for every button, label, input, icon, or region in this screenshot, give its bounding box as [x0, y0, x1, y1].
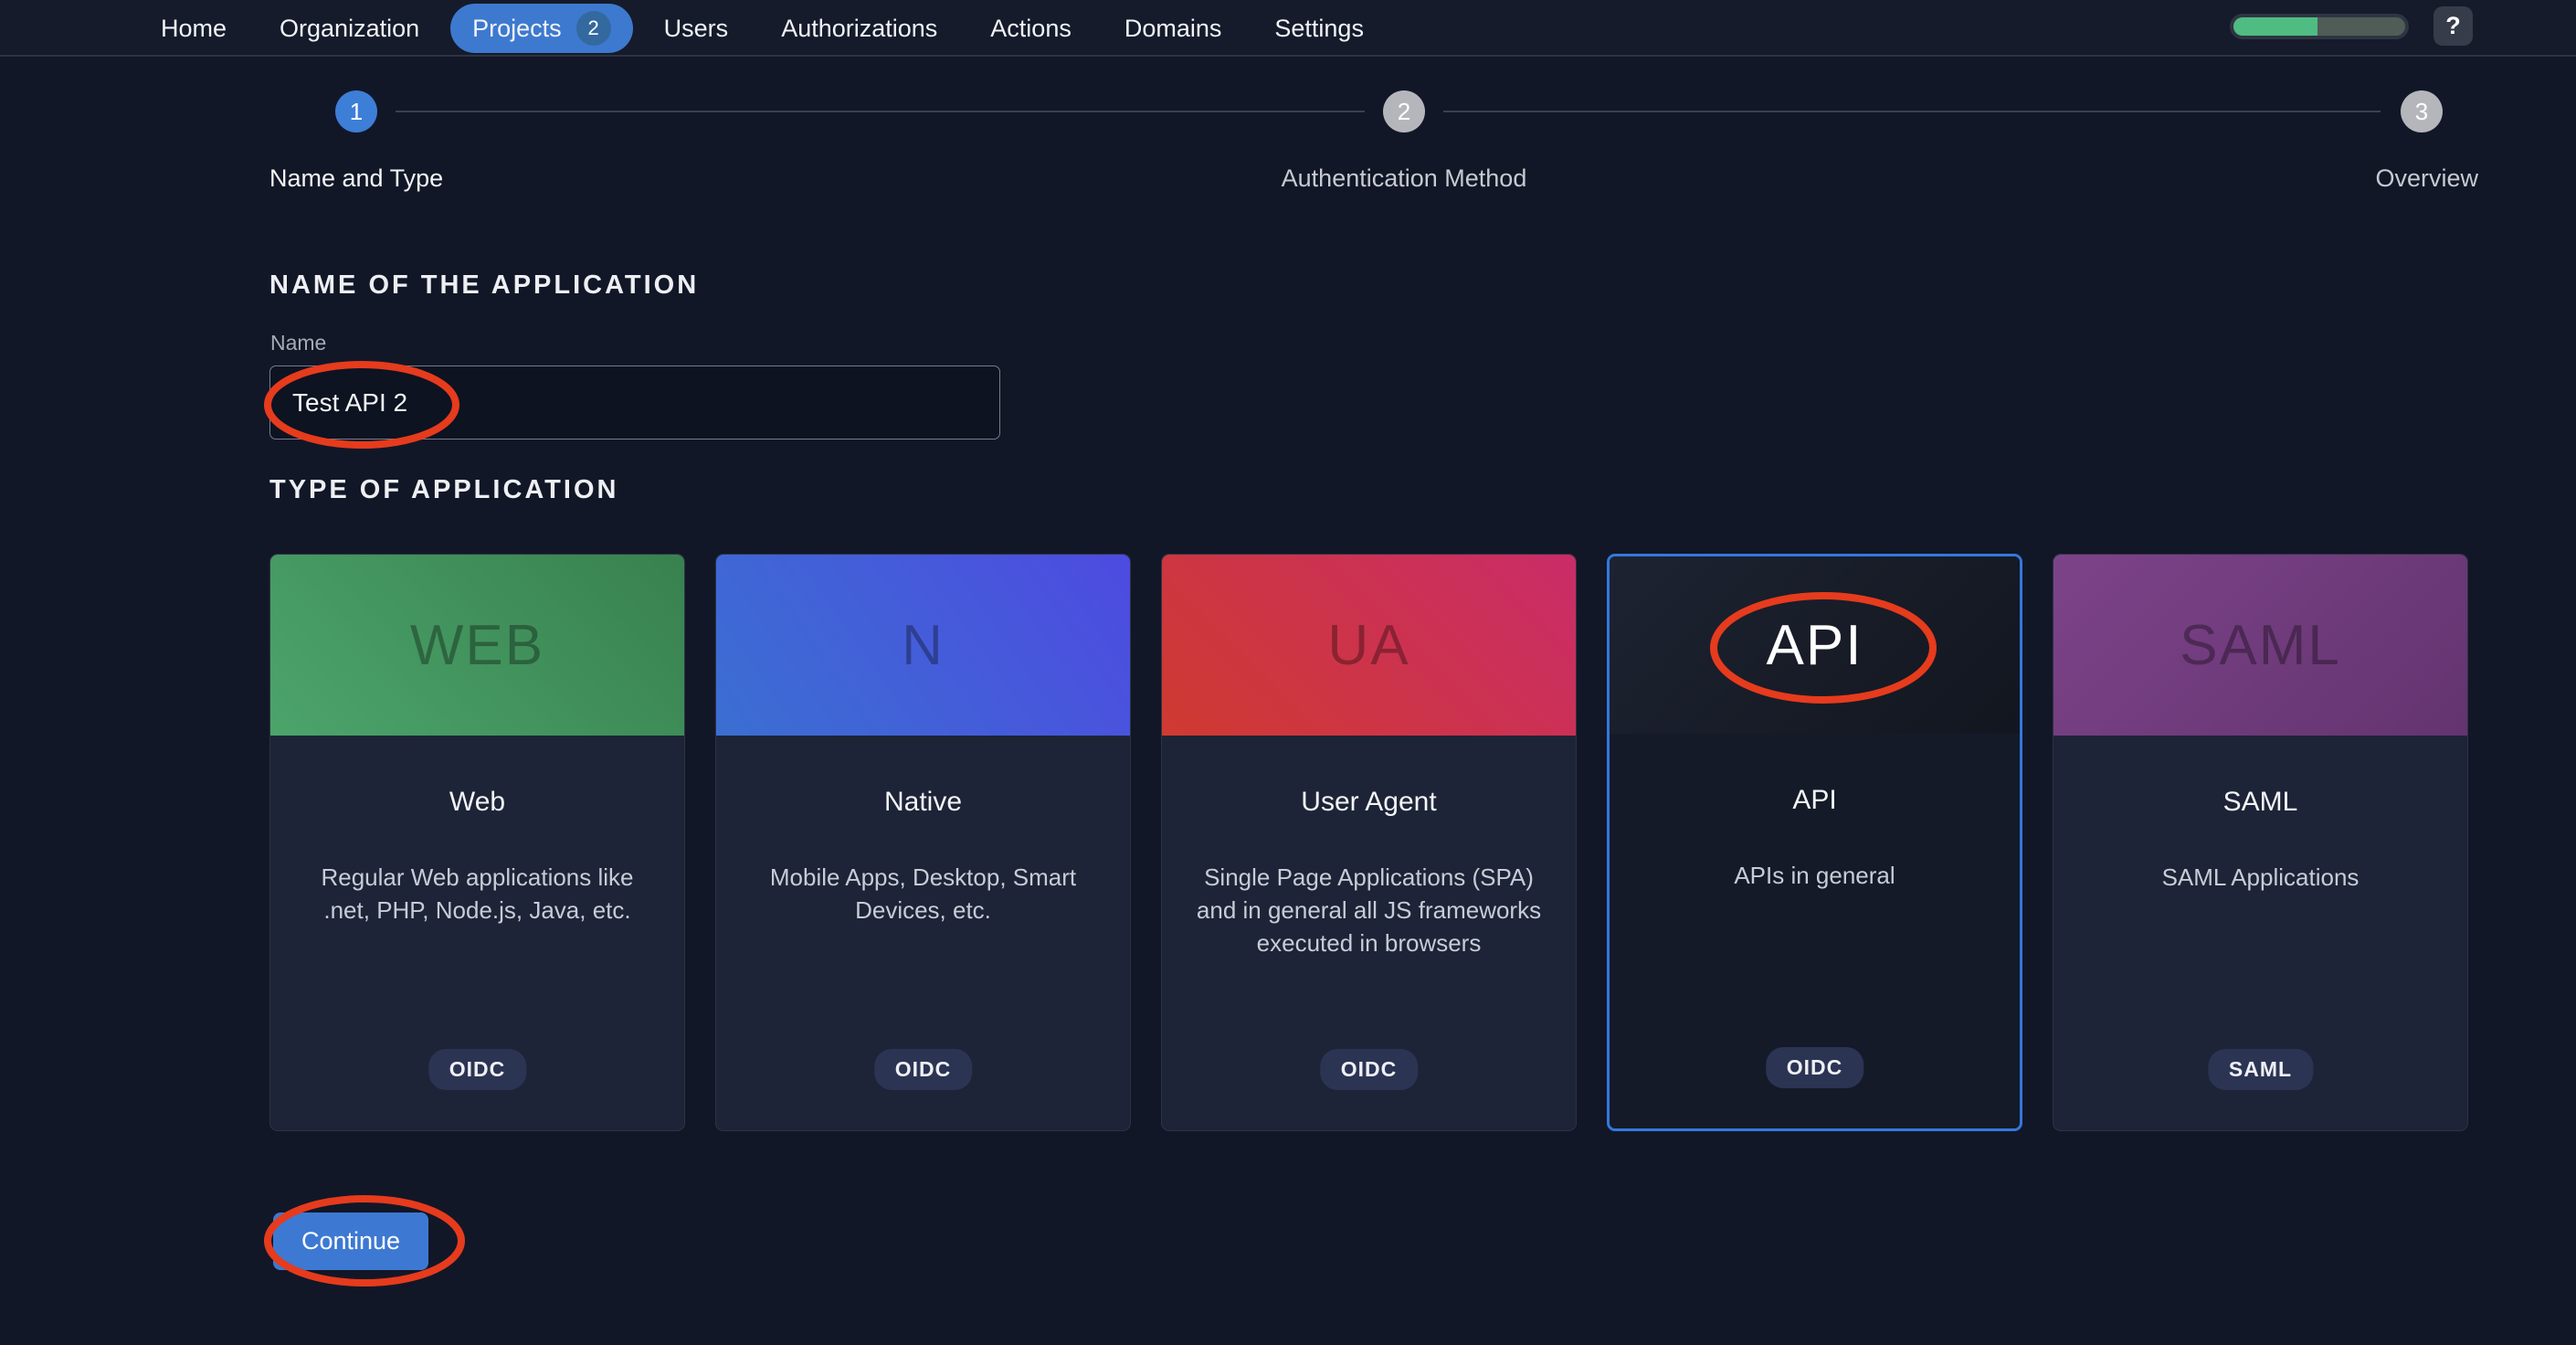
stepper-step-1-circle[interactable]: 1 — [335, 90, 377, 132]
app-type-card-body: SAML SAML Applications — [2053, 736, 2467, 895]
app-type-card-header-text: API — [1767, 613, 1863, 678]
app-type-card-body: Native Mobile Apps, Desktop, Smart Devic… — [716, 736, 1130, 927]
nav-item-label: Actions — [990, 15, 1072, 43]
protocol-badge: SAML — [2208, 1049, 2313, 1090]
app-type-card-header-text: N — [902, 613, 945, 678]
app-type-card-body: User Agent Single Page Applications (SPA… — [1162, 736, 1576, 960]
name-field-label: Name — [270, 331, 326, 355]
nav-item-home[interactable]: Home — [161, 15, 227, 43]
app-type-card-header-text: WEB — [410, 613, 544, 678]
nav-item-label: Home — [161, 15, 227, 43]
stepper-step-2-circle[interactable]: 2 — [1383, 90, 1425, 132]
stepper-line-2 — [1443, 111, 2381, 112]
app-type-card-header-text: UA — [1327, 613, 1409, 678]
nav-item-label: Organization — [280, 15, 419, 43]
name-input[interactable] — [269, 365, 1000, 440]
nav-item-organization[interactable]: Organization — [280, 15, 419, 43]
app-type-card-title: Web — [449, 787, 505, 818]
app-type-card-description: APIs in general — [1734, 860, 1895, 893]
app-type-card-web[interactable]: WEB Web Regular Web applications like .n… — [269, 554, 685, 1131]
quota-progress-fill — [2233, 17, 2317, 36]
stepper-line-1 — [396, 111, 1365, 112]
stepper-step-3-circle[interactable]: 3 — [2401, 90, 2443, 132]
app-screen: Home Organization Projects 2 Users Autho… — [0, 0, 2576, 1345]
protocol-badge: OIDC — [874, 1049, 973, 1090]
nav-item-label: Domains — [1124, 15, 1222, 43]
app-type-card-title: User Agent — [1301, 787, 1436, 818]
protocol-badge: OIDC — [1766, 1047, 1864, 1088]
type-section-title: TYPE OF APPLICATION — [269, 475, 618, 505]
app-type-card-description: Regular Web applications like .net, PHP,… — [301, 862, 653, 927]
nav-item-projects[interactable]: Projects 2 — [450, 4, 633, 53]
nav-item-badge: 2 — [576, 11, 611, 46]
stepper-step-2-label: Authentication Method — [1282, 164, 1527, 193]
nav-item-actions[interactable]: Actions — [990, 15, 1072, 43]
protocol-badge: OIDC — [428, 1049, 527, 1090]
nav-item-domains[interactable]: Domains — [1124, 15, 1222, 43]
nav-item-label: Users — [664, 15, 729, 43]
app-type-card-title: API — [1792, 785, 1836, 816]
app-type-card-native[interactable]: N Native Mobile Apps, Desktop, Smart Dev… — [715, 554, 1131, 1131]
stepper-step-3-label: Overview — [2375, 164, 2478, 193]
nav-item-settings[interactable]: Settings — [1274, 15, 1364, 43]
app-type-card-description: SAML Applications — [2162, 862, 2360, 895]
nav-item-label: Authorizations — [781, 15, 937, 43]
app-type-card-description: Mobile Apps, Desktop, Smart Devices, etc… — [747, 862, 1099, 927]
app-type-card-header: WEB — [270, 555, 684, 736]
app-type-card-api[interactable]: API API APIs in general OIDC — [1607, 554, 2022, 1131]
help-button[interactable]: ? — [2433, 6, 2473, 46]
continue-button[interactable]: Continue — [273, 1213, 428, 1270]
app-type-cards: WEB Web Regular Web applications like .n… — [269, 554, 2468, 1131]
app-type-card-header: SAML — [2053, 555, 2467, 736]
nav-item-users[interactable]: Users — [664, 15, 729, 43]
app-type-card-description: Single Page Applications (SPA) and in ge… — [1193, 862, 1545, 960]
app-type-card-header: API — [1610, 556, 2020, 734]
nav-menu: Home Organization Projects 2 Users Autho… — [161, 0, 1364, 57]
nav-item-label: Settings — [1274, 15, 1364, 43]
app-type-card-title: SAML — [2223, 787, 2298, 818]
stepper-step-1-label: Name and Type — [269, 164, 443, 193]
app-type-card-header: N — [716, 555, 1130, 736]
top-nav: Home Organization Projects 2 Users Autho… — [0, 0, 2576, 57]
app-type-card-body: Web Regular Web applications like .net, … — [270, 736, 684, 927]
protocol-badge: OIDC — [1320, 1049, 1419, 1090]
app-type-card-body: API APIs in general — [1610, 734, 2020, 893]
app-type-card-title: Native — [884, 787, 962, 818]
name-section-title: NAME OF THE APPLICATION — [269, 270, 699, 301]
app-type-card-saml[interactable]: SAML SAML SAML Applications SAML — [2053, 554, 2468, 1131]
app-type-card-header: UA — [1162, 555, 1576, 736]
app-type-card-header-text: SAML — [2180, 613, 2341, 678]
app-type-card-user-agent[interactable]: UA User Agent Single Page Applications (… — [1161, 554, 1577, 1131]
nav-item-authorizations[interactable]: Authorizations — [781, 15, 937, 43]
quota-progressbar — [2230, 14, 2409, 39]
nav-item-label: Projects — [472, 15, 562, 43]
